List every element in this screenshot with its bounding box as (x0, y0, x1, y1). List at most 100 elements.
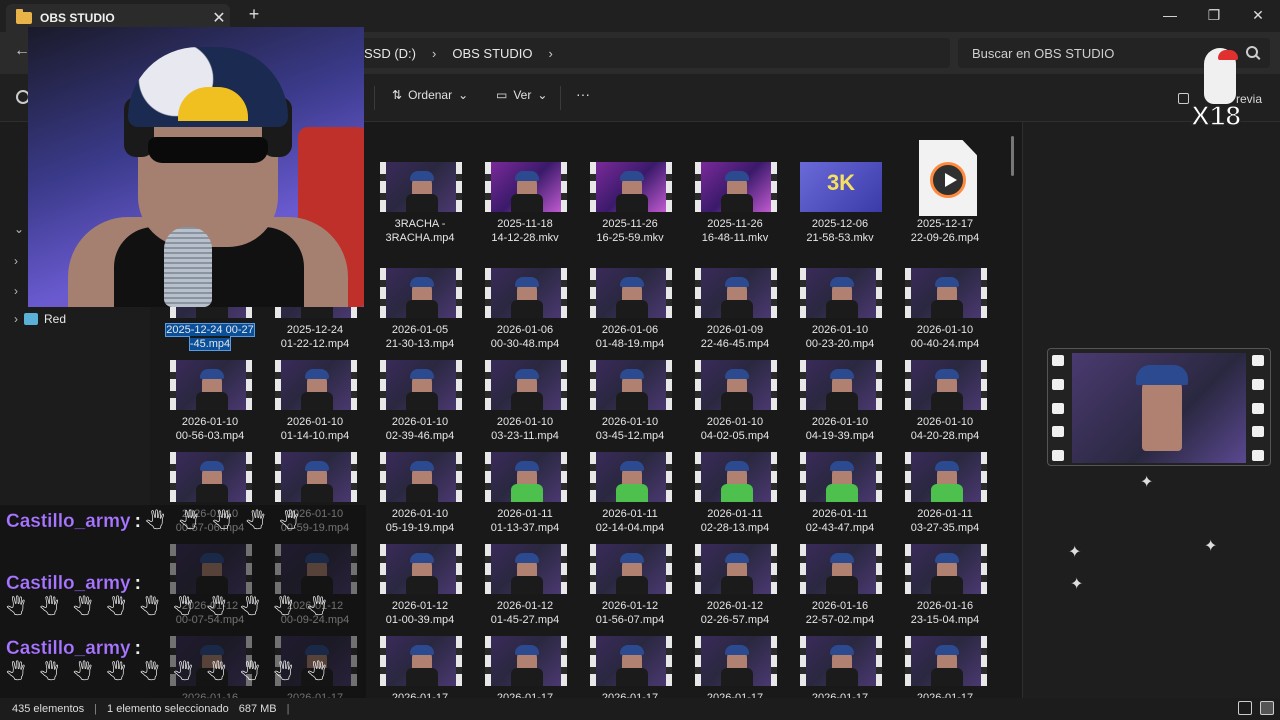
file-item[interactable]: 2025-11-18 14-12-28.mkv (477, 162, 573, 254)
video-thumbnail (380, 268, 462, 318)
file-item[interactable]: 2026-01-17 (792, 636, 888, 698)
file-item[interactable]: 2026-01-10 04-19-39.mp4 (792, 360, 888, 452)
file-item[interactable]: 2026-01-10 03-23-11.mp4 (477, 360, 573, 452)
file-name: 2026-01-06 01-48-19.mp4 (595, 324, 665, 350)
video-thumbnail (590, 268, 672, 318)
film-holes (1052, 355, 1066, 461)
duck-icon: ✦ (1204, 538, 1218, 555)
file-name: 2026-01-10 00-40-24.mp4 (910, 324, 980, 350)
sort-button[interactable]: ⇅ Ordenar ⌄ (392, 88, 468, 102)
duck-icon: ✦ (1140, 474, 1154, 491)
file-item[interactable]: 2026-01-09 22-46-45.mp4 (687, 268, 783, 360)
video-thumbnail (905, 636, 987, 686)
chevron-right-icon[interactable]: › (549, 46, 553, 61)
sidebar-item-network[interactable]: › Red (14, 312, 66, 326)
file-item[interactable]: 2026-01-10 00-56-03.mp4 (162, 360, 258, 452)
file-item[interactable]: 2026-01-17 (687, 636, 783, 698)
more-options-button[interactable]: ··· (576, 86, 590, 102)
file-item[interactable]: 2026-01-10 00-23-20.mp4 (792, 268, 888, 360)
video-thumbnail (905, 544, 987, 594)
file-item[interactable]: 2026-01-17 (477, 636, 573, 698)
search-placeholder: Buscar en OBS STUDIO (972, 45, 1115, 61)
sunglasses (148, 137, 268, 163)
video-thumbnail (695, 268, 777, 318)
video-thumbnail (695, 360, 777, 410)
microphone-icon (164, 227, 212, 307)
video-thumbnail (590, 452, 672, 502)
video-thumbnail (695, 636, 777, 686)
video-thumbnail (485, 452, 567, 502)
file-item[interactable]: 2026-01-10 05-19-19.mp4 (372, 452, 468, 544)
file-item[interactable]: 2026-01-11 02-28-13.mp4 (687, 452, 783, 544)
address-bar[interactable]: SSD (D:) › OBS STUDIO › (360, 38, 950, 68)
file-item[interactable]: 2026-01-17 (897, 636, 993, 698)
video-thumbnail (485, 544, 567, 594)
chevron-right-icon[interactable]: › (14, 254, 18, 268)
video-thumbnail (380, 636, 462, 686)
tiles-view-icon[interactable] (1260, 701, 1274, 715)
file-item[interactable]: 2026-01-11 01-13-37.mp4 (477, 452, 573, 544)
scrollbar[interactable] (1011, 136, 1014, 176)
file-item[interactable]: 2026-01-11 03-27-35.mp4 (897, 452, 993, 544)
view-icon: ▭ (496, 88, 508, 102)
file-item[interactable]: 2026-01-10 04-02-05.mp4 (687, 360, 783, 452)
breadcrumb-drive[interactable]: SSD (D:) (364, 46, 416, 61)
view-switcher (1238, 701, 1274, 715)
file-item[interactable]: 2026-01-05 21-30-13.mp4 (372, 268, 468, 360)
view-label: Ver (513, 88, 532, 102)
file-item[interactable]: 2026-01-06 01-48-19.mp4 (582, 268, 678, 360)
file-item[interactable]: 2026-01-17 (372, 636, 468, 698)
file-item[interactable]: 2026-01-10 00-40-24.mp4 (897, 268, 993, 360)
tab-close-icon[interactable]: ✕ (208, 8, 230, 28)
video-thumbnail (275, 452, 357, 502)
status-divider: | (286, 703, 290, 715)
file-name: 2026-01-11 03-27-35.mp4 (910, 508, 980, 534)
file-item[interactable]: 2026-01-16 22-57-02.mp4 (792, 544, 888, 636)
video-thumbnail (170, 360, 252, 410)
file-item[interactable]: 3K 2025-12-06 21-58-53.mkv (792, 162, 888, 254)
file-item[interactable]: 2026-01-10 03-45-12.mp4 (582, 360, 678, 452)
thumbnail-badge-text: 3K (826, 170, 856, 195)
chevron-right-icon[interactable]: › (14, 284, 18, 298)
file-item[interactable]: 2026-01-10 01-14-10.mp4 (267, 360, 363, 452)
video-thumbnail (380, 162, 462, 212)
file-name: 2026-01-17 (916, 692, 974, 698)
minimize-button[interactable]: — (1148, 2, 1192, 28)
file-item[interactable]: 2026-01-10 04-20-28.mp4 (897, 360, 993, 452)
file-name: 2025-12-06 21-58-53.mkv (806, 218, 874, 244)
chevron-down-icon[interactable]: ⌄ (14, 222, 24, 236)
video-thumbnail (590, 360, 672, 410)
breadcrumb-folder[interactable]: OBS STUDIO (452, 46, 532, 61)
film-holes (1252, 355, 1266, 461)
file-item[interactable]: 2025-11-26 16-48-11.mkv (687, 162, 783, 254)
video-thumbnail (800, 544, 882, 594)
chat-emotes: 🖑🖑🖑🖑🖑🖑🖑🖑🖑🖑 (6, 597, 341, 617)
file-name: 2026-01-17 (811, 692, 869, 698)
file-item[interactable]: 2026-01-17 (582, 636, 678, 698)
file-item[interactable]: 2026-01-12 01-56-07.mp4 (582, 544, 678, 636)
file-item[interactable]: 2025-12-17 22-09-26.mp4 (897, 140, 993, 254)
file-item[interactable]: 2026-01-11 02-43-47.mp4 (792, 452, 888, 544)
file-item[interactable]: 2026-01-10 02-39-46.mp4 (372, 360, 468, 452)
file-item[interactable]: 2026-01-12 01-45-27.mp4 (477, 544, 573, 636)
close-button[interactable]: ✕ (1236, 2, 1280, 28)
file-item[interactable]: 2026-01-12 01-00-39.mp4 (372, 544, 468, 636)
new-tab-button[interactable]: + (244, 4, 264, 25)
file-item[interactable]: 2026-01-11 02-14-04.mp4 (582, 452, 678, 544)
video-thumbnail (275, 360, 357, 410)
video-thumbnail: 3K (800, 162, 882, 212)
file-item[interactable]: 2026-01-06 00-30-48.mp4 (477, 268, 573, 360)
chevron-right-icon: › (14, 312, 18, 326)
chat-emotes: 🖑🖑🖑🖑🖑🖑🖑🖑🖑🖑 (6, 662, 341, 682)
file-item[interactable]: 2026-01-12 02-26-57.mp4 (687, 544, 783, 636)
video-thumbnail (695, 544, 777, 594)
details-view-icon[interactable] (1238, 701, 1252, 715)
maximize-button[interactable]: ❐ (1192, 2, 1236, 28)
file-item[interactable]: 2026-01-16 23-15-04.mp4 (897, 544, 993, 636)
file-item[interactable]: 2025-11-26 16-25-59.mkv (582, 162, 678, 254)
file-item[interactable]: 3RACHA - 3RACHA.mp4 (372, 162, 468, 254)
logo-text: X18 (1190, 99, 1241, 132)
view-button[interactable]: ▭ Ver ⌄ (496, 88, 547, 102)
file-name: 2026-01-10 00-56-03.mp4 (175, 416, 245, 442)
play-icon (930, 162, 966, 198)
